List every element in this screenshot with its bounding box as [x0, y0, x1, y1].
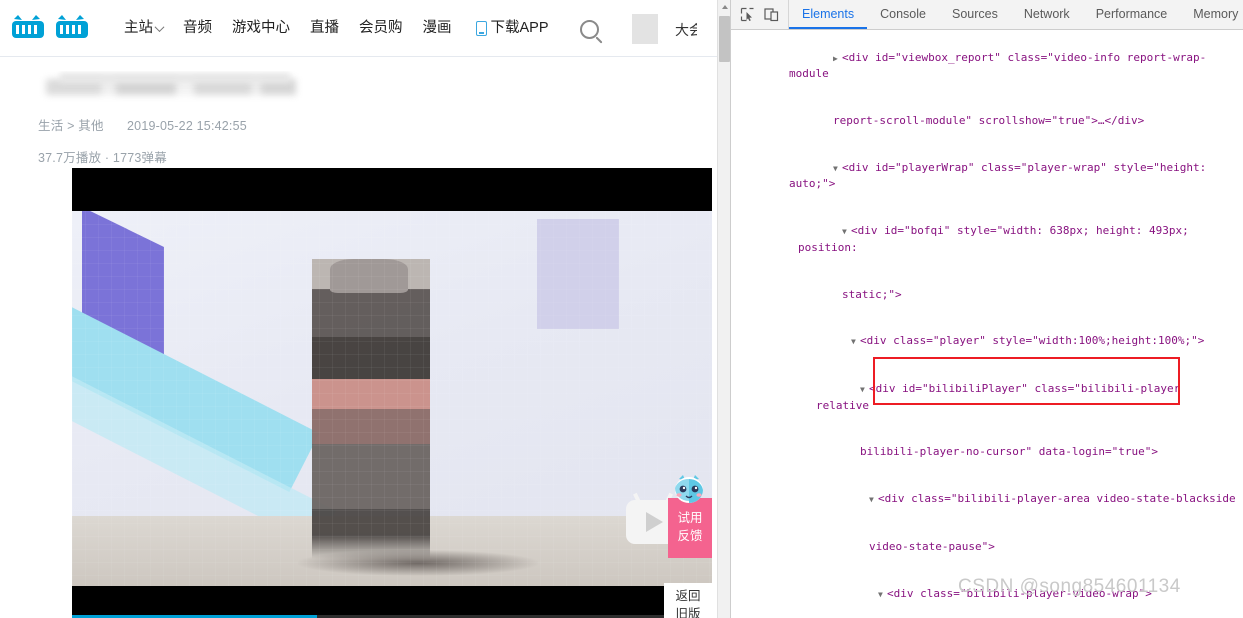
disclosure-triangle-icon[interactable]: ▶	[833, 51, 842, 67]
dom-node-viewbox-report-cont: report-scroll-module" scrollshow="true">…	[731, 97, 1243, 144]
feedback-line-1: 试用	[677, 511, 703, 526]
chevron-down-icon	[154, 21, 165, 32]
search-icon[interactable]	[580, 19, 599, 39]
dom-node-player[interactable]: ▼ <div class="player" style="width:100%;h…	[731, 318, 1243, 366]
dom-node-bofqi[interactable]: ▼ <div id="bofqi" style="width: 638px; he…	[731, 208, 1243, 271]
video-publish-date: 2019-05-22 15:42:55	[127, 119, 247, 133]
dom-node-bilibiliplayer[interactable]: ▼ <div id="bilibiliPlayer" class="bilibil…	[731, 365, 1243, 428]
dom-line: <div class="player" style="width:100%;he…	[859, 334, 1205, 348]
video-category[interactable]: 生活 > 其他	[38, 119, 104, 133]
disclosure-triangle-icon[interactable]: ▼	[833, 161, 842, 177]
nav-item-youxizhongxin[interactable]: 游戏中心	[222, 21, 300, 36]
header-partial-label: 大会员	[675, 22, 697, 38]
devtools-panel: Elements Console Sources Network Perform…	[730, 0, 1243, 618]
dom-line: static;">	[841, 287, 902, 301]
tab-elements[interactable]: Elements	[789, 0, 868, 29]
device-toolbar-icon[interactable]	[764, 7, 779, 22]
bilibili-mascot-icon	[675, 475, 703, 503]
disclosure-triangle-icon[interactable]: ▼	[869, 492, 878, 508]
site-header: 主站 音频 游戏中心 直播 会员购 漫画 下载APP 大会	[0, 0, 730, 57]
main-nav: 主站 音频 游戏中心 直播 会员购 漫画 下载APP	[114, 19, 559, 36]
dom-line: <div id="viewbox_report" class="video-in…	[789, 50, 1207, 81]
dom-line: bilibili-player-no-cursor" data-login="t…	[859, 445, 1158, 459]
disclosure-triangle-icon[interactable]: ▼	[860, 382, 869, 398]
video-player[interactable]: 试用 反馈 返回 旧版	[72, 168, 712, 618]
devtools-tabs: Elements Console Sources Network Perform…	[789, 0, 1243, 29]
devtools-tool-icons	[731, 0, 789, 29]
nav-item-zhibo[interactable]: 直播	[300, 21, 349, 36]
return-old-version-button[interactable]: 返回 旧版	[664, 583, 712, 618]
video-info-block: 生活 > 其他 2019-05-22 15:42:55 37.7万播放 · 17…	[0, 57, 730, 166]
scrollbar-thumb[interactable]	[719, 16, 730, 62]
nav-item-zhuzhan[interactable]: 主站	[114, 21, 173, 36]
video-meta: 生活 > 其他 2019-05-22 15:42:55	[38, 115, 730, 134]
dom-line: video-state-pause">	[868, 540, 995, 553]
bilibili-logo[interactable]	[10, 11, 98, 45]
tab-memory[interactable]: Memory	[1180, 0, 1243, 29]
dom-line: <div class="bilibili-player-video-wrap">	[886, 586, 1152, 600]
dom-node-player-area-cont: video-state-pause">	[731, 523, 1243, 570]
nav-item-yinpin[interactable]: 音频	[173, 21, 222, 36]
tab-performance[interactable]: Performance	[1083, 0, 1181, 29]
video-subject-blurred	[312, 259, 430, 559]
nav-label: 直播	[310, 19, 339, 36]
nav-item-huiyuangou[interactable]: 会员购	[349, 21, 413, 36]
dom-line: <div class="bilibili-player-area video-s…	[877, 492, 1236, 506]
phone-icon	[475, 20, 487, 36]
scroll-up-arrow-icon[interactable]	[718, 0, 730, 14]
dom-line: <div id="bofqi" style="width: 638px; hei…	[798, 224, 1196, 254]
nav-label: 漫画	[422, 19, 452, 36]
play-triangle-icon	[646, 512, 663, 532]
dom-node-viewbox-report[interactable]: ▶ <div id="viewbox_report" class="video-i…	[731, 34, 1243, 97]
old-version-line-2: 旧版	[675, 606, 701, 618]
disclosure-triangle-icon[interactable]: ▼	[851, 334, 860, 350]
video-frame[interactable]	[72, 211, 712, 586]
nav-item-manhua[interactable]: 漫画	[413, 21, 462, 36]
dom-node-bilibiliplayer-cont: bilibili-player-no-cursor" data-login="t…	[731, 429, 1243, 476]
dom-node-bofqi-cont: static;">	[731, 271, 1243, 318]
old-version-line-1: 返回	[675, 589, 701, 603]
dom-line: report-scroll-module" scrollshow="true">…	[832, 113, 1145, 127]
browser-viewport: 主站 音频 游戏中心 直播 会员购 漫画 下载APP 大会 生活 > 其他 20…	[0, 0, 730, 618]
dom-node-player-area[interactable]: ▼ <div class="bilibili-player-area video-…	[731, 476, 1243, 524]
disclosure-triangle-icon[interactable]: ▼	[878, 587, 887, 603]
video-shape-purple-right	[537, 219, 619, 329]
nav-label: 音频	[183, 19, 212, 36]
page-scrollbar[interactable]	[717, 0, 730, 618]
dom-node-video-wrap[interactable]: ▼ <div class="bilibili-player-video-wrap"…	[731, 570, 1243, 618]
devtools-toolbar: Elements Console Sources Network Perform…	[731, 0, 1243, 30]
video-stats: 37.7万播放 · 1773弹幕	[38, 151, 167, 165]
video-title-redacted	[38, 71, 323, 105]
disclosure-triangle-icon[interactable]: ▼	[842, 224, 851, 240]
screenshot-root: 主站 音频 游戏中心 直播 会员购 漫画 下载APP 大会 生活 > 其他 20…	[0, 0, 1243, 618]
inspect-element-icon[interactable]	[740, 7, 755, 22]
download-app-button[interactable]: 下载APP	[462, 19, 559, 36]
dom-tree[interactable]: ▶ <div id="viewbox_report" class="video-i…	[731, 30, 1243, 618]
feedback-line-2: 反馈	[677, 529, 703, 543]
nav-label: 会员购	[359, 19, 403, 36]
dom-line: <div id="playerWrap" class="player-wrap"…	[789, 160, 1213, 191]
tab-network[interactable]: Network	[1011, 0, 1083, 29]
nav-label: 主站	[124, 19, 153, 36]
header-placeholder-block	[632, 14, 658, 44]
feedback-badge[interactable]: 试用 反馈	[668, 498, 712, 558]
dom-node-playerwrap[interactable]: ▼ <div id="playerWrap" class="player-wrap…	[731, 144, 1243, 207]
tab-console[interactable]: Console	[867, 0, 939, 29]
dom-line: <div id="bilibiliPlayer" class="bilibili…	[816, 382, 1187, 412]
nav-label: 游戏中心	[232, 19, 290, 36]
tab-sources[interactable]: Sources	[939, 0, 1011, 29]
search-area: 大会员	[580, 12, 720, 46]
download-app-label: 下载APP	[490, 19, 549, 36]
